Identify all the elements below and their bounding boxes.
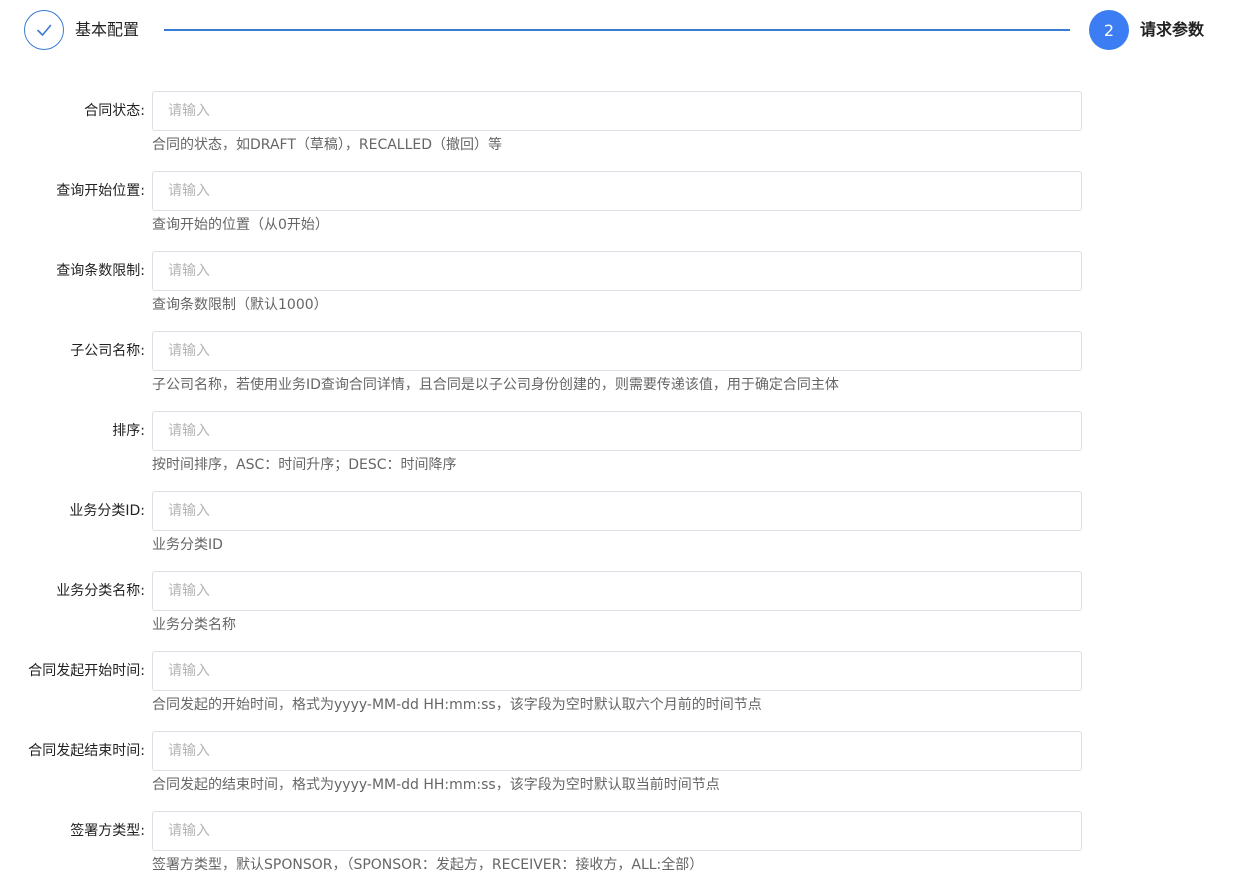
query-start-input[interactable] (152, 171, 1082, 211)
query-limit-input[interactable] (152, 251, 1082, 291)
field-label: 合同状态: (84, 103, 145, 119)
request-params-form: 合同状态: 合同的状态，如DRAFT（草稿），RECALLED（撤回）等 查询开… (0, 91, 1241, 891)
business-category-name-input[interactable] (152, 571, 1082, 611)
form-row-subsidiary-name: 子公司名称: 子公司名称，若使用业务ID查询合同详情，且合同是以子公司身份创建的… (0, 331, 1241, 411)
field-label: 合同发起结束时间: (28, 743, 145, 759)
field-help-text: 合同发起的结束时间，格式为yyyy-MM-dd HH:mm:ss，该字段为空时默… (152, 777, 720, 793)
steps-bar: 基本配置 2 请求参数 (0, 0, 1241, 60)
field-help-text: 合同的状态，如DRAFT（草稿），RECALLED（撤回）等 (152, 137, 503, 153)
form-row-contract-status: 合同状态: 合同的状态，如DRAFT（草稿），RECALLED（撤回）等 (0, 91, 1241, 171)
signer-type-input[interactable] (152, 811, 1082, 851)
check-icon (37, 24, 52, 36)
step-connector-line (164, 29, 1070, 31)
field-help-text: 查询开始的位置（从0开始） (152, 217, 329, 233)
step-2-active-circle: 2 (1089, 10, 1129, 50)
field-label: 子公司名称: (70, 343, 145, 359)
subsidiary-name-input[interactable] (152, 331, 1082, 371)
field-label: 查询开始位置: (56, 183, 145, 199)
field-label: 业务分类ID: (69, 503, 145, 519)
field-help-text: 查询条数限制（默认1000） (152, 297, 328, 313)
field-label: 排序: (112, 423, 145, 439)
form-row-sort: 排序: 按时间排序，ASC：时间升序；DESC：时间降序 (0, 411, 1241, 491)
field-label: 业务分类名称: (56, 583, 145, 599)
step-1-done-circle (24, 10, 64, 50)
business-category-id-input[interactable] (152, 491, 1082, 531)
field-help-text: 业务分类ID (152, 537, 223, 553)
step-1-label: 基本配置 (75, 20, 140, 39)
form-row-signer-type: 签署方类型: 签署方类型，默认SPONSOR，（SPONSOR：发起方，RECE… (0, 811, 1241, 891)
form-row-query-limit: 查询条数限制: 查询条数限制（默认1000） (0, 251, 1241, 331)
field-help-text: 业务分类名称 (152, 617, 236, 633)
form-row-initiate-start-time: 合同发起开始时间: 合同发起的开始时间，格式为yyyy-MM-dd HH:mm:… (0, 651, 1241, 731)
form-row-query-start: 查询开始位置: 查询开始的位置（从0开始） (0, 171, 1241, 251)
sort-input[interactable] (152, 411, 1082, 451)
initiate-end-time-input[interactable] (152, 731, 1082, 771)
form-row-business-category-name: 业务分类名称: 业务分类名称 (0, 571, 1241, 651)
field-help-text: 签署方类型，默认SPONSOR，（SPONSOR：发起方，RECEIVER：接收… (152, 857, 704, 873)
contract-status-input[interactable] (152, 91, 1082, 131)
field-help-text: 合同发起的开始时间，格式为yyyy-MM-dd HH:mm:ss，该字段为空时默… (152, 697, 762, 713)
step-2-label: 请求参数 (1140, 20, 1205, 39)
field-label: 合同发起开始时间: (28, 663, 145, 679)
field-help-text: 按时间排序，ASC：时间升序；DESC：时间降序 (152, 457, 457, 473)
field-help-text: 子公司名称，若使用业务ID查询合同详情，且合同是以子公司身份创建的，则需要传递该… (152, 377, 839, 393)
field-label: 查询条数限制: (56, 263, 145, 279)
initiate-start-time-input[interactable] (152, 651, 1082, 691)
form-row-business-category-id: 业务分类ID: 业务分类ID (0, 491, 1241, 571)
field-label: 签署方类型: (70, 823, 145, 839)
form-row-initiate-end-time: 合同发起结束时间: 合同发起的结束时间，格式为yyyy-MM-dd HH:mm:… (0, 731, 1241, 811)
